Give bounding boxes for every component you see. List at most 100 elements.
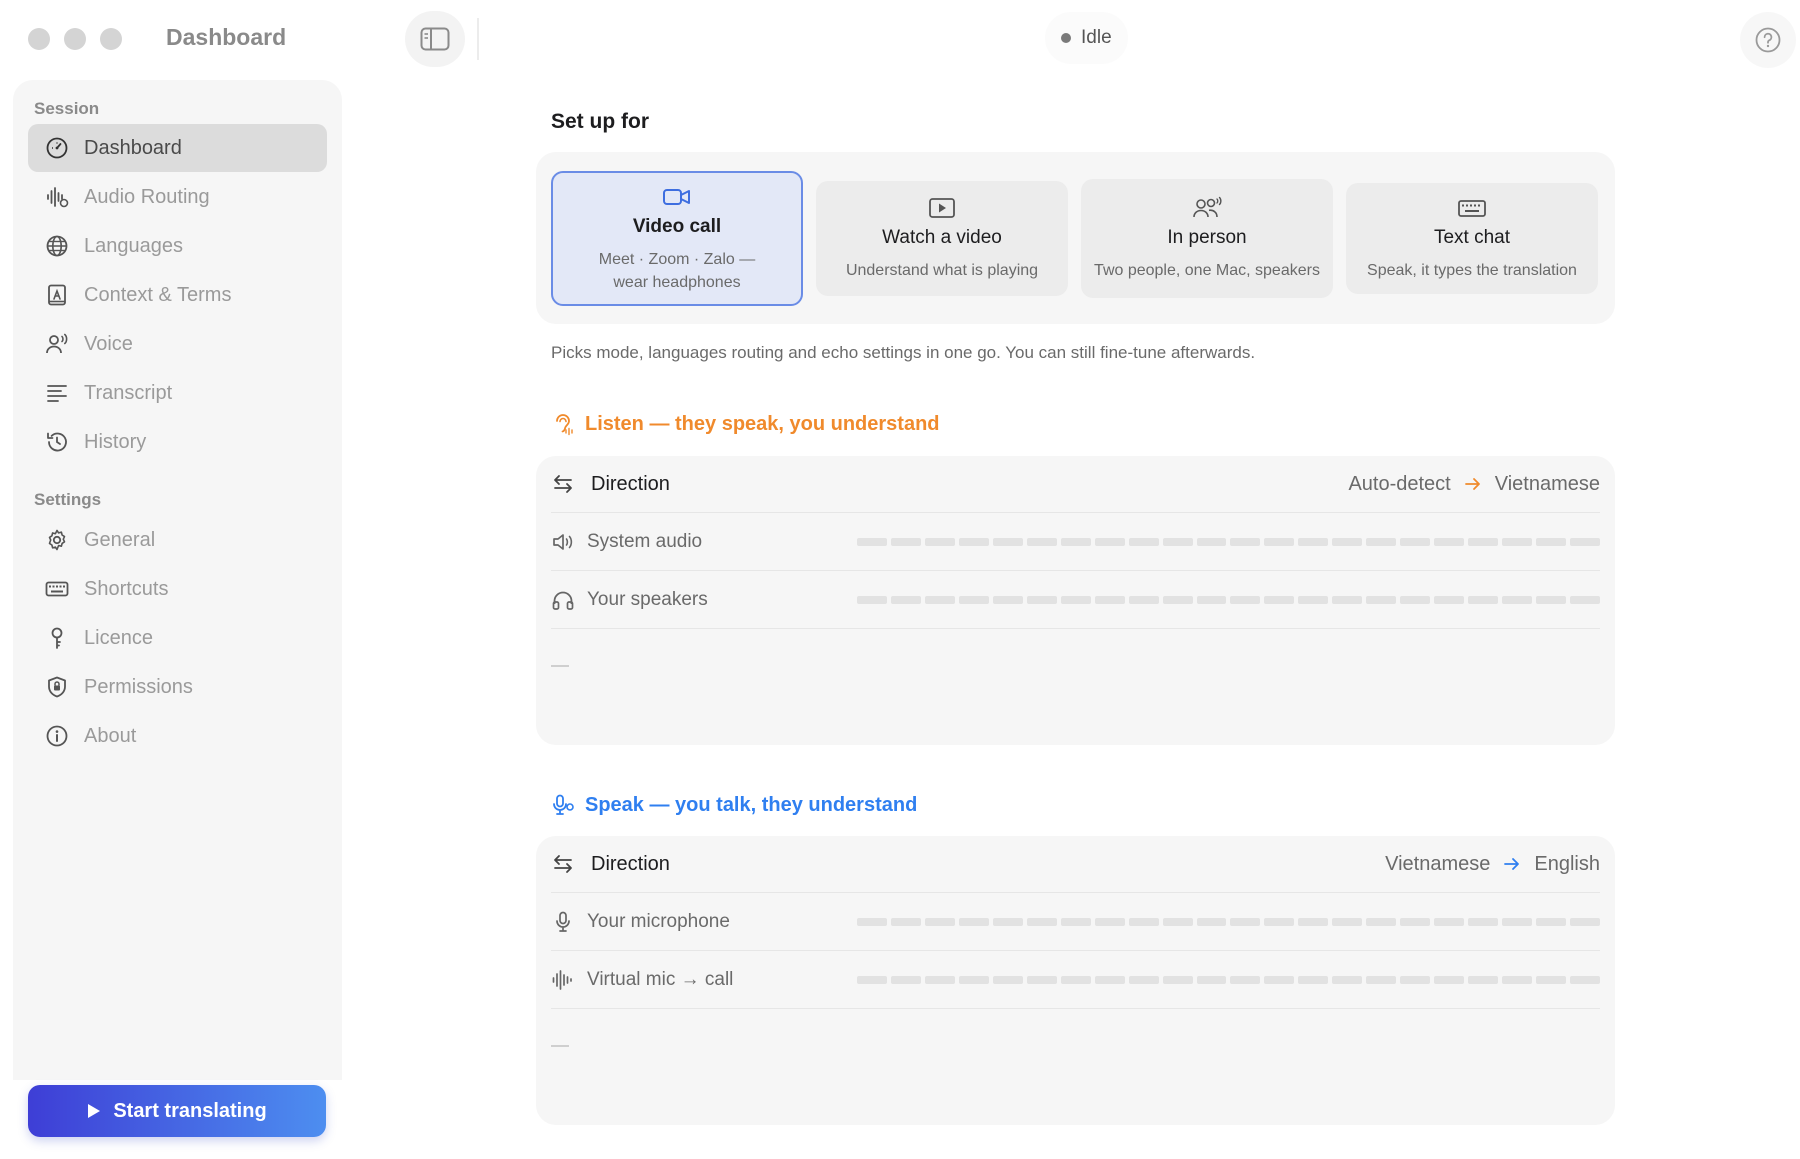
sidebar-item-permissions[interactable]: Permissions [28,663,327,711]
video-camera-icon [663,188,690,205]
sidebar-toggle-button[interactable] [405,11,465,67]
sidebar-item-label: Languages [84,234,183,257]
preset-watch-video[interactable]: Watch a video Understand what is playing [816,181,1068,296]
keyboard-icon [1458,200,1486,217]
meter-segment [1128,918,1159,926]
preset-text-chat[interactable]: Text chat Speak, it types the translatio… [1346,183,1598,294]
source-label: Your microphone [587,910,730,932]
meter-segment [1570,918,1600,926]
meter-segment [1502,538,1533,546]
close-window-button[interactable] [28,28,50,50]
meter-segment [1264,538,1295,546]
source-language: Auto-detect [1348,472,1451,495]
language-pair[interactable]: Auto-detect Vietnamese [1348,473,1600,496]
meter-segment [1332,976,1363,984]
speak-direction-row[interactable]: Direction Vietnamese English [551,836,1600,893]
sidebar-item-dashboard[interactable]: Dashboard [28,124,327,172]
sidebar-item-transcript[interactable]: Transcript [28,369,327,417]
meter-segment [857,538,887,546]
status-text: Idle [1081,27,1112,48]
meter-segment [992,976,1023,984]
meter-segment [1570,596,1600,604]
meter-segment [1366,596,1397,604]
meter-segment [1026,918,1057,926]
meter-segment [924,596,955,604]
meter-segment [1298,596,1329,604]
meter-segment [1094,538,1125,546]
sidebar-item-label: Audio Routing [84,185,210,208]
zoom-window-button[interactable] [100,28,122,50]
listen-direction-row[interactable]: Direction Auto-detect Vietnamese [551,456,1600,513]
meter-segment [992,596,1023,604]
level-meter [857,596,1600,604]
meter-segment [992,538,1023,546]
sidebar-item-shortcuts[interactable]: Shortcuts [28,565,327,613]
meter-segment [1536,976,1567,984]
start-translating-label: Start translating [113,1099,267,1122]
meter-segment [1468,918,1499,926]
meter-segment [1196,596,1227,604]
meter-segment [1400,918,1431,926]
meter-segment [1162,596,1193,604]
sidebar-item-audio-routing[interactable]: Audio Routing [28,173,327,221]
meter-segment [1366,976,1397,984]
swap-arrows-icon [554,855,572,873]
meter-segment [1298,976,1329,984]
meter-segment [1196,538,1227,546]
window-controls [28,28,122,50]
meter-segment [1468,976,1499,984]
meter-segment [1026,596,1057,604]
meter-segment [1332,596,1363,604]
listen-heading: Listen — they speak, you understand [551,412,940,436]
direction-label: Direction [591,852,670,875]
meter-segment [1536,538,1567,546]
sidebar-item-licence[interactable]: Licence [28,614,327,662]
sidebar-item-general[interactable]: General [28,516,327,564]
settings-section-label: Settings [34,490,102,509]
preset-video-call[interactable]: Video call Meet · Zoom · Zalo — wear hea… [551,171,803,306]
meter-segment [924,538,955,546]
meter-segment [1162,976,1193,984]
help-button[interactable] [1740,12,1796,68]
history-icon [47,432,67,452]
meter-segment [1264,918,1295,926]
meter-segment [1570,538,1600,546]
start-translating-button[interactable]: Start translating [28,1085,326,1137]
arrow-right-icon [1464,478,1480,490]
meter-segment [924,918,955,926]
meter-segment [1298,538,1329,546]
microphone-voice-icon [553,794,574,815]
meter-segment [1502,976,1533,984]
language-pair[interactable]: Vietnamese English [1385,853,1600,876]
meter-segment [1060,596,1091,604]
sidebar-item-context-terms[interactable]: Context & Terms [28,271,327,319]
meter-segment [1468,538,1499,546]
book-icon [48,284,66,306]
sidebar-item-voice[interactable]: Voice [28,320,327,368]
minimize-window-button[interactable] [64,28,86,50]
meter-segment [1230,918,1261,926]
meter-segment [1502,596,1533,604]
preset-description: Speak, it types the translation [1367,262,1577,279]
microphone-icon [556,911,570,932]
meter-segment [1536,596,1567,604]
meter-segment [890,918,921,926]
meter-segment [1434,596,1465,604]
sidebar-item-history[interactable]: History [28,418,327,466]
preset-title: Text chat [1433,227,1511,248]
meter-segment [1264,976,1295,984]
preset-in-person[interactable]: In person Two people, one Mac, speakers [1081,179,1333,298]
sidebar-item-languages[interactable]: Languages [28,222,327,270]
sidebar-item-label: Context & Terms [84,283,232,306]
session-section-label: Session [34,99,100,118]
waveform-icon [552,969,572,990]
meter-segment [1094,918,1125,926]
preset-panel: Video call Meet · Zoom · Zalo — wear hea… [536,152,1615,324]
sidebar-icon [420,27,450,51]
speak-heading: Speak — you talk, they understand [551,793,917,817]
sidebar-item-about[interactable]: About [28,712,327,760]
target-language: Vietnamese [1494,472,1600,495]
meter-segment [1366,538,1397,546]
meter-segment [1400,976,1431,984]
gear-icon [48,529,66,551]
